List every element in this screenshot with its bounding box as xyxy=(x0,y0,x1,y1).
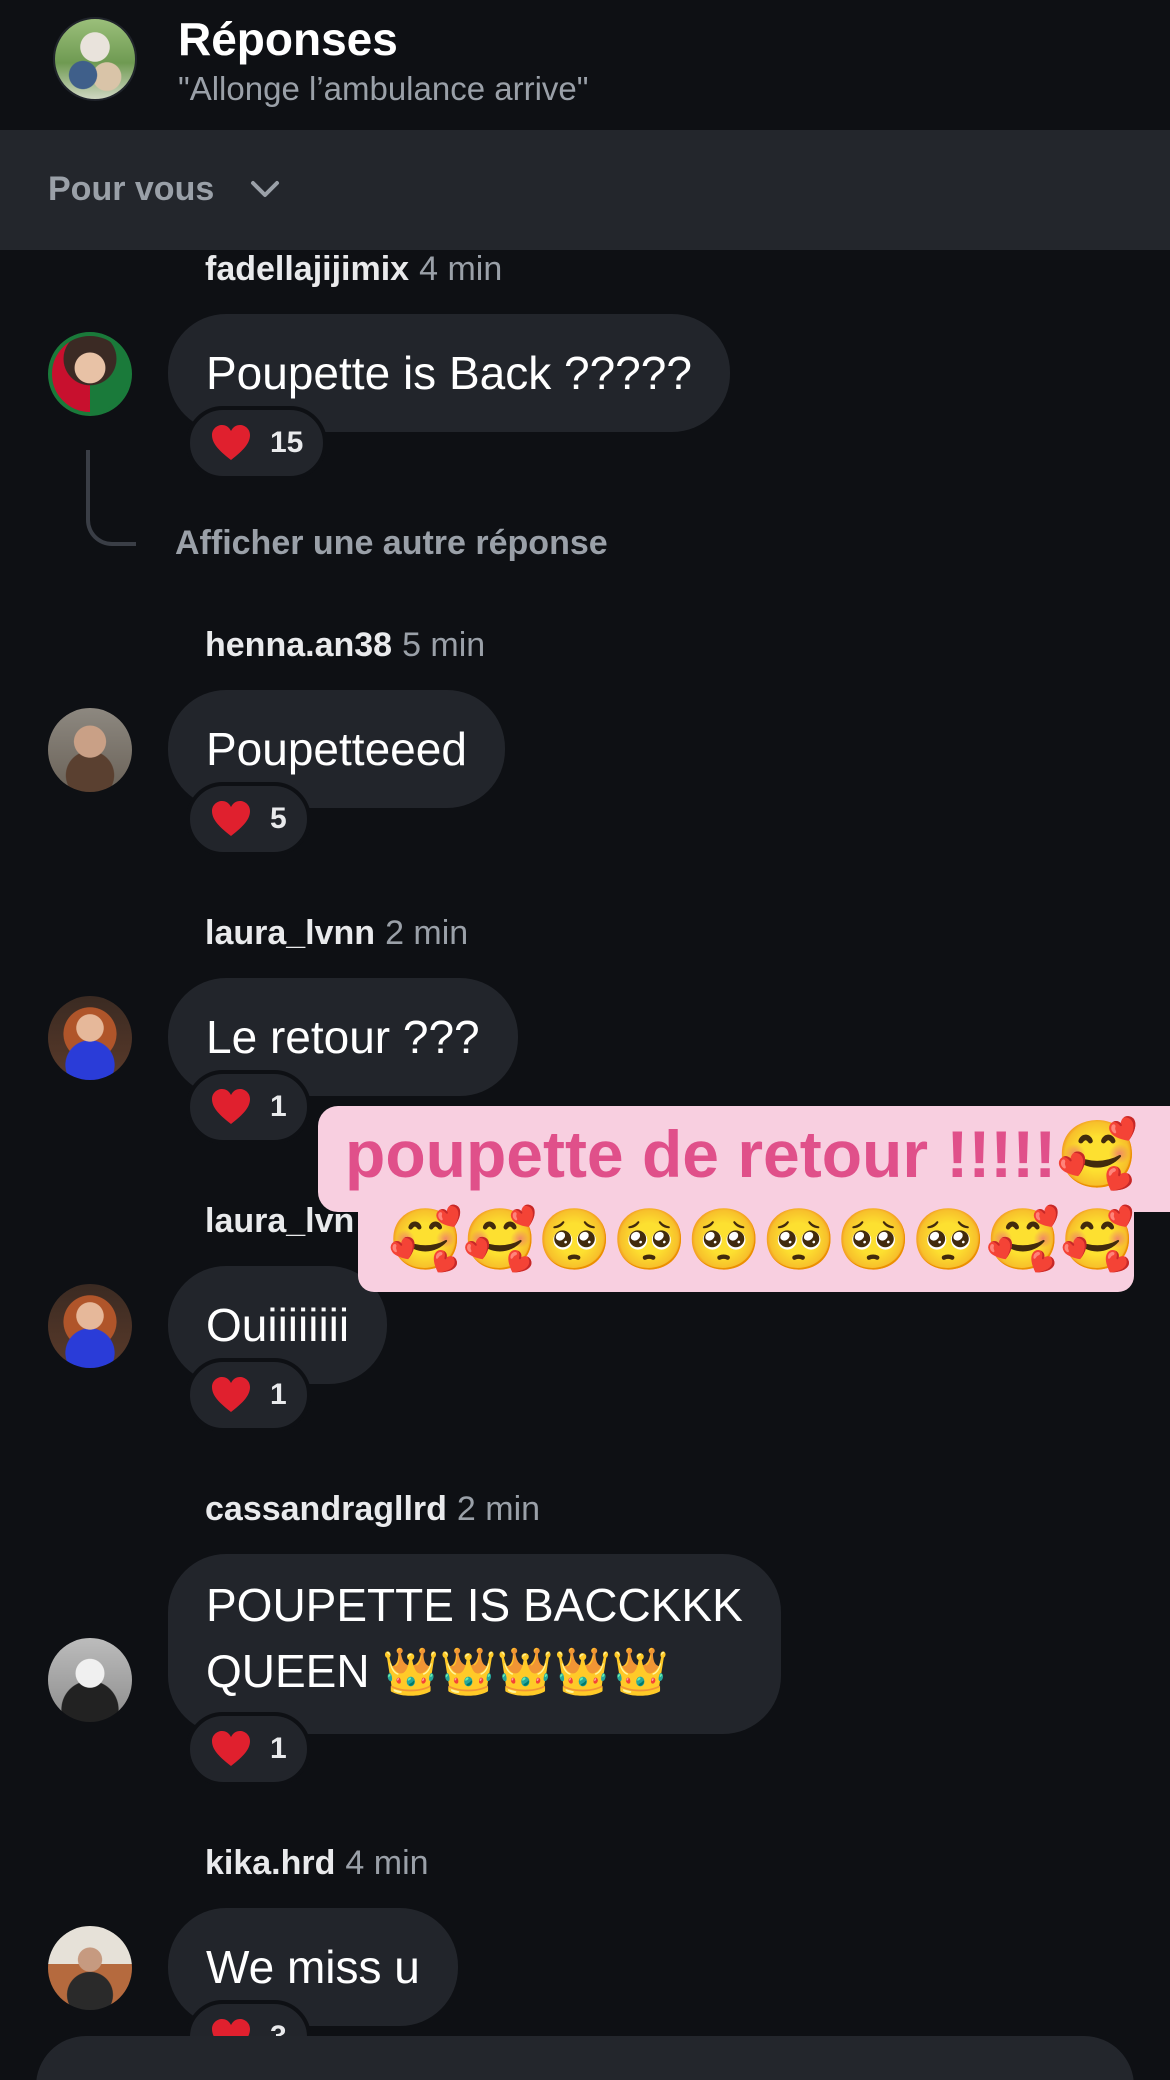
avatar[interactable] xyxy=(48,1284,132,1368)
comment-meta: kika.hrd 4 min xyxy=(205,1844,429,1883)
reply-input-bar[interactable] xyxy=(36,2036,1134,2080)
avatar[interactable] xyxy=(48,332,132,416)
text-sticker-emojis: 🥰🥰🥺🥺🥺🥺🥺🥺🥰🥰 xyxy=(388,1206,1136,1273)
comment-time: 5 min xyxy=(402,626,486,664)
show-more-replies-button[interactable]: Afficher une autre réponse xyxy=(175,524,608,563)
comment-username[interactable]: kika.hrd xyxy=(205,1844,335,1882)
text-sticker-line: poupette de retour !!!!!🥰 xyxy=(345,1117,1139,1191)
comment-username[interactable]: cassandragllrd xyxy=(205,1490,447,1528)
comment-username[interactable]: fadellajijimix xyxy=(205,250,409,288)
thread-connector xyxy=(86,450,136,546)
comment-meta: cassandragllrd 2 min xyxy=(205,1490,540,1529)
comment-time: 4 min xyxy=(345,1844,429,1882)
comment-meta: laura_lvnn 2 min xyxy=(205,914,468,953)
avatar[interactable] xyxy=(48,1638,132,1722)
comment-username[interactable]: laura_lvnn xyxy=(205,914,375,952)
heart-icon xyxy=(212,1377,250,1412)
comment-time: 4 min xyxy=(419,250,503,288)
video-thumbnail-avatar[interactable] xyxy=(53,17,137,101)
heart-icon xyxy=(212,1089,250,1124)
comment-meta: fadellajijimix 4 min xyxy=(205,250,502,289)
reaction-count: 5 xyxy=(270,802,287,835)
reaction-badge[interactable]: 1 xyxy=(186,1070,311,1144)
chevron-down-icon[interactable] xyxy=(250,178,280,202)
comment-time: 2 min xyxy=(385,914,469,952)
reaction-count: 1 xyxy=(270,1090,287,1123)
reaction-count: 1 xyxy=(270,1378,287,1411)
reaction-badge[interactable]: 15 xyxy=(186,406,328,480)
heart-icon xyxy=(212,425,250,460)
header: Réponses "Allonge l’ambulance arrive" xyxy=(0,0,1170,130)
reaction-count: 1 xyxy=(270,1732,287,1765)
avatar[interactable] xyxy=(48,996,132,1080)
reaction-count: 15 xyxy=(270,426,304,459)
comment-text-line: POUPETTE IS BACCKKK xyxy=(206,1579,743,1631)
page-subtitle: "Allonge l’ambulance arrive" xyxy=(178,70,589,107)
comment-time: 2 min xyxy=(456,1490,541,1528)
comment-bubble[interactable]: POUPETTE IS BACCKKK QUEEN 👑👑👑👑👑 xyxy=(168,1554,781,1734)
page-title: Réponses xyxy=(178,13,398,65)
sort-filter-bar[interactable]: Pour vous xyxy=(0,130,1170,250)
reaction-badge[interactable]: 1 xyxy=(186,1712,311,1786)
heart-icon xyxy=(212,801,250,836)
avatar[interactable] xyxy=(48,708,132,792)
reaction-badge[interactable]: 1 xyxy=(186,1358,311,1432)
sort-filter-label[interactable]: Pour vous xyxy=(48,170,214,209)
reaction-badge[interactable]: 5 xyxy=(186,782,311,856)
comment-username[interactable]: henna.an38 xyxy=(205,626,392,664)
avatar[interactable] xyxy=(48,1926,132,2010)
heart-icon xyxy=(212,1731,250,1766)
comment-text-line: QUEEN 👑👑👑👑👑 xyxy=(206,1645,669,1697)
comment-meta: henna.an38 5 min xyxy=(205,626,485,665)
